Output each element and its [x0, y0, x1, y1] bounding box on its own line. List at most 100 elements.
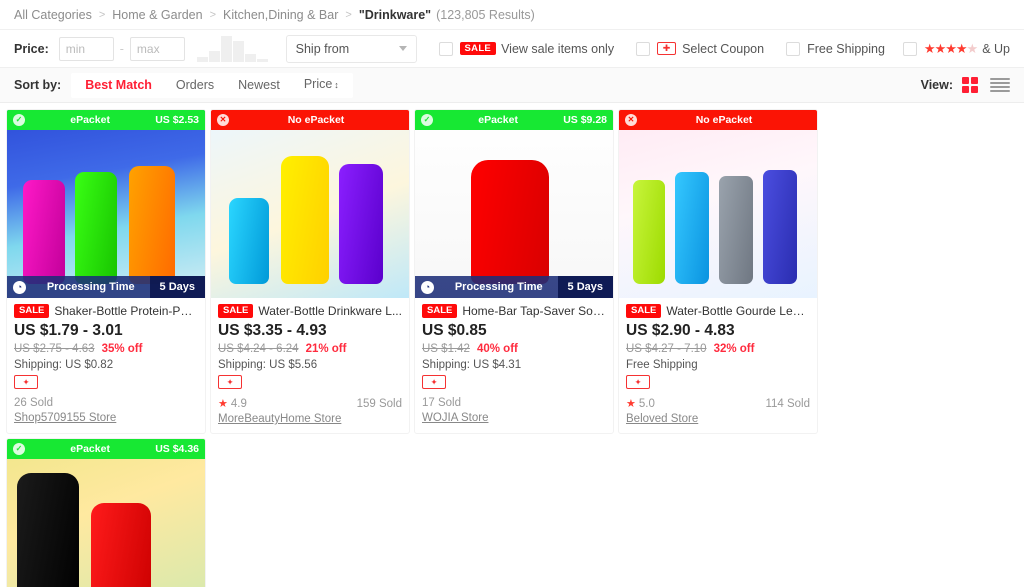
breadcrumb-link-1[interactable]: Home & Garden	[112, 8, 202, 22]
sort-option-label: Best Match	[85, 77, 152, 92]
breadcrumb-link-0[interactable]: All Categories	[14, 8, 92, 22]
shipping-banner: ✕ No ePacket	[619, 110, 817, 130]
sale-items-label: View sale items only	[501, 41, 615, 56]
sort-option-orders[interactable]: Orders	[164, 73, 226, 98]
product-info: SALE Water-Bottle Drinkware L... US $3.35 …	[211, 298, 409, 433]
price-range-dash: -	[119, 41, 124, 56]
ship-from-select[interactable]: Ship from	[285, 34, 417, 63]
product-card[interactable]: ✕ No ePacket SALE Water-Bottle Gourde Leak.…	[618, 109, 818, 434]
product-title-row[interactable]: SALE Water-Bottle Gourde Leak...	[626, 304, 810, 318]
shipping-type-label: No ePacket	[695, 114, 753, 126]
price-filter-label: Price:	[14, 41, 49, 56]
coupon-ticket-icon[interactable]: ✦	[626, 375, 650, 389]
coupon-ticket-icon[interactable]: ✦	[218, 375, 242, 389]
star-icon: ★	[955, 40, 968, 56]
product-image-wrap[interactable]: ✓ePacketUS $4.36◔Processing Time7 Days	[7, 439, 205, 587]
free-shipping-filter[interactable]: Free Shipping	[786, 41, 885, 56]
product-title-row[interactable]: SALE Water-Bottle Drinkware L...	[218, 304, 402, 318]
product-discount: 21% off	[305, 343, 347, 355]
product-image-wrap[interactable]: ✓ ePacket US $9.28 ◔ Processing Time 5 Days	[415, 110, 613, 298]
product-title[interactable]: Shaker-Bottle Protein-Pow...	[54, 304, 198, 318]
product-image-object	[719, 176, 753, 284]
product-image-object	[17, 473, 79, 587]
product-title-row[interactable]: SALE Home-Bar Tap-Saver Soda...	[422, 304, 606, 318]
product-image-object	[281, 156, 329, 284]
product-info: SALE Water-Bottle Gourde Leak... US $2.90 …	[619, 298, 817, 433]
list-view-icon[interactable]	[990, 77, 1010, 93]
product-original-price: US $2.75 - 4.63	[14, 343, 95, 355]
product-image-object	[75, 172, 117, 284]
product-image[interactable]	[415, 110, 613, 298]
product-store-link[interactable]: Beloved Store	[626, 413, 810, 425]
product-rating: ★ 4.9	[218, 397, 247, 411]
sale-items-checkbox[interactable]	[438, 41, 453, 56]
price-comparison-row: US $2.75 - 4.63 35% off	[14, 343, 198, 355]
sale-badge: SALE	[218, 304, 254, 318]
product-store-link[interactable]: Shop5709155 Store	[14, 412, 198, 424]
select-coupon-filter[interactable]: ✚ Select Coupon	[636, 41, 764, 56]
star-icon: ★	[934, 40, 947, 56]
sale-items-filter[interactable]: SALE View sale items only	[438, 41, 615, 56]
product-price: US $1.79 - 3.01	[14, 322, 123, 339]
shipping-banner: ✓ ePacket US $9.28	[415, 110, 613, 130]
price-min-input[interactable]	[58, 36, 114, 61]
product-image[interactable]	[7, 439, 205, 587]
product-sold-count: 26 Sold	[14, 397, 54, 409]
shipping-cost-label: US $9.28	[563, 114, 607, 126]
rating-stars[interactable]: ★ ★ ★ ★ ★	[924, 40, 978, 57]
shipping-banner: ✓ ePacket US $4.36	[7, 439, 205, 459]
product-title-row[interactable]: SALE Shaker-Bottle Protein-Pow...	[14, 304, 198, 318]
product-grid-row-1: ✓ ePacket US $2.53 ◔ Processing Time 5 Days SA…	[0, 103, 1024, 587]
product-title[interactable]: Home-Bar Tap-Saver Soda...	[462, 304, 606, 318]
product-title[interactable]: Water-Bottle Drinkware L...	[258, 304, 402, 318]
product-image-wrap[interactable]: ✕ No ePacket	[619, 110, 817, 298]
chevron-down-icon	[398, 46, 407, 51]
select-coupon-checkbox[interactable]	[636, 41, 651, 56]
product-card[interactable]: ✓ ePacket US $9.28 ◔ Processing Time 5 Days SA…	[414, 109, 614, 434]
ship-from-label: Ship from	[295, 41, 350, 56]
shipping-type-label: ePacket	[70, 443, 110, 455]
coupon-ticket-icon[interactable]: ✦	[14, 375, 38, 389]
product-meta-row: ★ 5.0 114 Sold	[626, 397, 810, 411]
product-original-price: US $1.42	[422, 343, 470, 355]
histogram-bar	[196, 57, 208, 62]
processing-time-label: Processing Time	[454, 281, 543, 293]
sort-option-newest[interactable]: Newest	[226, 73, 292, 98]
check-circle-icon: ✓	[13, 114, 25, 126]
rating-checkbox[interactable]	[902, 41, 917, 56]
price-histogram[interactable]	[196, 35, 268, 62]
product-image-wrap[interactable]: ✕ No ePacket	[211, 110, 409, 298]
product-image[interactable]	[7, 110, 205, 298]
sort-direction-icon[interactable]: ↕	[334, 80, 339, 90]
x-circle-icon: ✕	[625, 114, 637, 126]
breadcrumb-link-2[interactable]: Kitchen,Dining & Bar	[223, 8, 338, 22]
sale-badge: SALE	[14, 304, 50, 318]
sale-badge: SALE	[459, 41, 497, 56]
shipping-banner: ✕ No ePacket	[211, 110, 409, 130]
product-store-link[interactable]: MoreBeautyHome Store	[218, 413, 402, 425]
coupon-ticket-icon[interactable]: ✦	[422, 375, 446, 389]
product-discount: 40% off	[476, 343, 518, 355]
view-controls: View:	[921, 77, 1010, 93]
results-count: (123,805 Results)	[436, 7, 535, 22]
product-rating: ★ 5.0	[626, 397, 655, 411]
product-card[interactable]: ✓ePacketUS $4.36◔Processing Time7 DaysSA…	[6, 438, 206, 587]
product-shipping-cost: Shipping: US $5.56	[218, 359, 318, 371]
sort-option-price[interactable]: Price ↕	[292, 72, 351, 98]
product-title[interactable]: Water-Bottle Gourde Leak...	[666, 304, 810, 318]
product-image-wrap[interactable]: ✓ ePacket US $2.53 ◔ Processing Time 5 Days	[7, 110, 205, 298]
product-image[interactable]	[211, 110, 409, 298]
product-image[interactable]	[619, 110, 817, 298]
product-info: SALE Shaker-Bottle Protein-Pow... US $1.79…	[7, 298, 205, 432]
product-store-link[interactable]: WOJIA Store	[422, 412, 606, 424]
sort-option-best-match[interactable]: Best Match	[73, 73, 164, 98]
histogram-bar	[220, 36, 232, 62]
grid-view-icon[interactable]	[962, 77, 978, 93]
product-card[interactable]: ✕ No ePacket SALE Water-Bottle Drinkware L.…	[210, 109, 410, 434]
price-max-input[interactable]	[129, 36, 185, 61]
x-circle-icon: ✕	[217, 114, 229, 126]
product-card[interactable]: ✓ ePacket US $2.53 ◔ Processing Time 5 Days SA…	[6, 109, 206, 434]
free-shipping-checkbox[interactable]	[786, 41, 801, 56]
breadcrumb: All Categories > Home & Garden > Kitchen…	[0, 0, 1024, 29]
rating-filter[interactable]: ★ ★ ★ ★ ★ & Up	[902, 40, 1010, 57]
